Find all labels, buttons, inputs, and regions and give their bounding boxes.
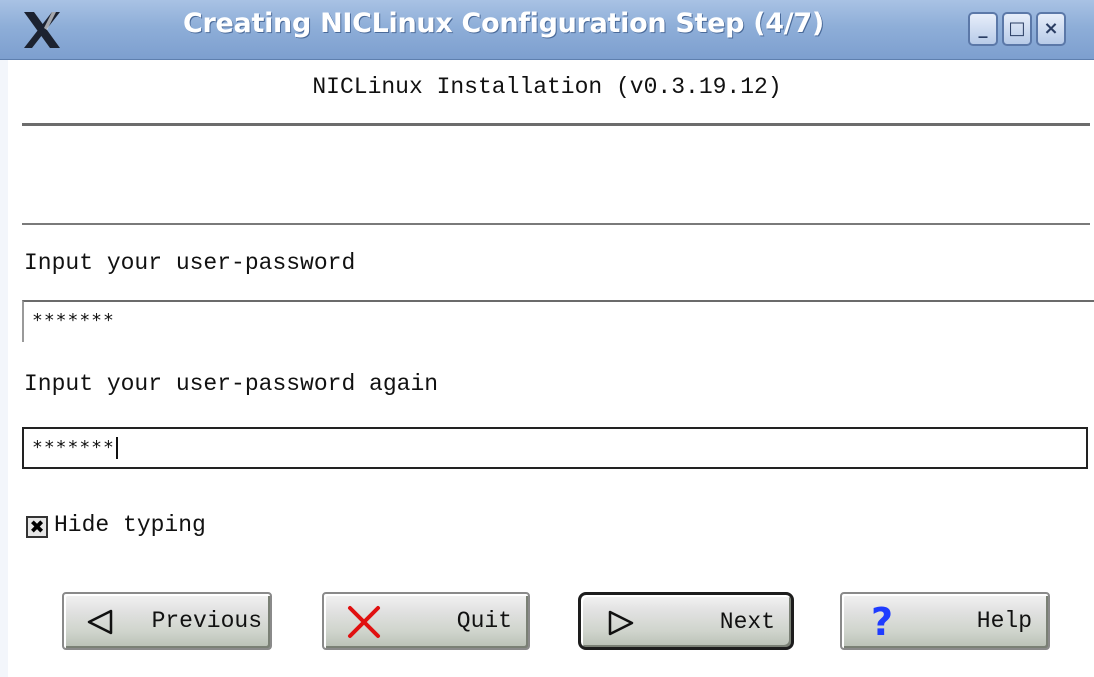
hide-typing-option[interactable]: ✖ Hide typing [26,512,206,538]
help-button[interactable]: ? Help [840,592,1050,650]
previous-button[interactable]: Previous [62,592,272,650]
maximize-icon: □ [1008,18,1026,39]
hide-typing-checkbox[interactable]: ✖ [26,516,48,538]
password-again-label: Input your user-password again [24,371,439,397]
header-divider [22,123,1090,126]
previous-button-label: Previous [151,608,262,634]
x-logo-icon[interactable] [20,8,64,52]
minimize-icon: _ [978,18,988,39]
password-field[interactable]: ******* [22,300,1094,342]
quit-button-label: Quit [456,608,512,634]
left-triangle-icon [82,604,118,640]
quit-button[interactable]: Quit [322,592,530,650]
close-button[interactable]: × [1036,12,1066,46]
window-left-border [0,60,8,677]
help-button-label: Help [976,608,1032,634]
next-button-label: Next [719,609,775,635]
password-again-field[interactable]: ******* [22,427,1088,469]
window-titlebar[interactable]: Creating NICLinux Configuration Step (4/… [0,0,1094,60]
window-title: Creating NICLinux Configuration Step (4/… [183,8,824,39]
right-triangle-icon [603,605,639,641]
password-again-field-value: ******* [32,437,115,458]
section-divider [22,223,1090,225]
hide-typing-label[interactable]: Hide typing [54,512,206,538]
red-x-icon [346,604,382,640]
question-mark-icon: ? [870,600,894,644]
installer-version-header: NICLinux Installation (v0.3.19.12) [312,74,782,100]
close-icon: × [1043,18,1059,39]
minimize-button[interactable]: _ [968,12,998,46]
password-label: Input your user-password [24,250,356,276]
maximize-button[interactable]: □ [1002,12,1032,46]
next-button[interactable]: Next [578,592,794,650]
text-cursor [115,437,118,459]
password-field-value: ******* [32,310,115,331]
